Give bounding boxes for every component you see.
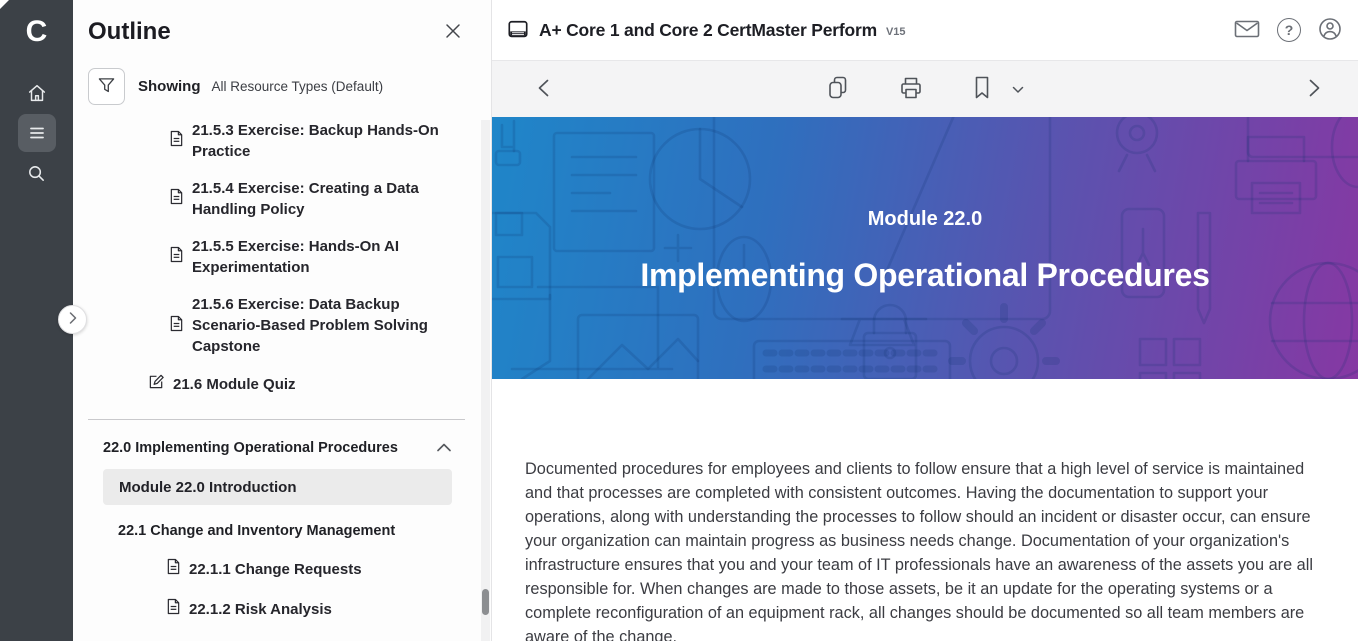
home-button[interactable] [18,74,56,112]
course-title: A+ Core 1 and Core 2 CertMaster Perform [539,20,877,41]
course-version-badge: V15 [886,26,906,38]
lesson-toolbar [492,61,1358,117]
home-icon [26,82,48,104]
outline-scrollbar-track[interactable] [481,120,490,641]
module-banner: Module 22.0 Implementing Operational Pro… [492,117,1358,379]
outline-panel: Outline Showing All Resource Types (Defa… [73,0,492,641]
outline-item-21-5-3[interactable]: 21.5.3 Exercise: Backup Hands-On Practic… [169,120,491,162]
outline-item-21-5-6[interactable]: 21.5.6 Exercise: Data Backup Scenario-Ba… [169,294,491,357]
bookmark-dropdown-button[interactable] [1012,82,1024,97]
outline-tree: 21.5.3 Exercise: Backup Hands-On Practic… [73,120,491,620]
bookmark-button[interactable] [972,75,992,104]
copy-icon [826,75,850,104]
lesson-body: Documented procedures for employees and … [492,379,1358,641]
mail-icon [1234,18,1260,43]
printer-icon [898,75,924,104]
outline-menu-button[interactable] [18,114,56,152]
menu-icon [27,123,47,143]
app-window: C Outline [0,0,1358,641]
corner-notch [0,0,9,9]
outline-divider [88,419,465,420]
main-content: A+ Core 1 and Core 2 CertMaster Perform … [492,0,1358,641]
outline-item-21-5-5[interactable]: 21.5.5 Exercise: Hands-On AI Experimenta… [169,236,491,278]
outline-item-22-1[interactable]: 22.1 Change and Inventory Management [118,522,491,540]
outline-item-module-22-intro-selected[interactable]: Module 22.0 Introduction [103,469,452,505]
filter-button[interactable] [88,68,125,105]
search-icon [26,163,47,184]
chevron-right-icon [1309,79,1320,100]
account-button[interactable] [1318,17,1342,44]
banner-module-label: Module 22.0 [868,208,982,231]
close-icon [443,29,463,44]
document-icon [166,598,182,620]
document-icon [169,246,185,268]
lesson-paragraph: Documented procedures for employees and … [525,457,1319,641]
outline-header: Outline [73,0,491,46]
comptia-logo[interactable]: C [26,10,48,54]
outline-item-22-1-2[interactable]: 22.1.2 Risk Analysis [166,598,491,620]
funnel-icon [98,77,115,97]
previous-page-button[interactable] [538,79,549,100]
document-icon [169,188,185,210]
chevron-right-icon [69,312,77,327]
toolbar-center-group [826,75,1024,104]
help-icon: ? [1277,18,1301,42]
search-button[interactable] [18,154,56,192]
header-actions: ? [1234,17,1342,44]
chevron-down-icon [1012,82,1024,97]
messages-button[interactable] [1234,18,1260,43]
print-button[interactable] [898,75,924,104]
document-icon [166,558,182,580]
course-header: A+ Core 1 and Core 2 CertMaster Perform … [492,0,1358,61]
section-22-0-header[interactable]: 22.0 Implementing Operational Procedures [103,439,451,457]
outline-title: Outline [88,18,171,46]
outline-item-21-6-quiz[interactable]: 21.6 Module Quiz [148,373,491,395]
chevron-left-icon [538,79,549,100]
document-icon [169,315,185,337]
filter-value: All Resource Types (Default) [212,79,384,94]
course-book-icon [507,19,529,41]
help-button[interactable]: ? [1277,18,1301,42]
document-icon [169,130,185,152]
showing-label: Showing [138,78,201,95]
user-profile-icon [1318,17,1342,44]
outline-item-22-1-1[interactable]: 22.1.1 Change Requests [166,558,491,580]
chevron-up-icon [437,439,451,457]
banner-title: Implementing Operational Procedures [640,257,1209,294]
outline-item-21-5-4[interactable]: 21.5.4 Exercise: Creating a Data Handlin… [169,178,491,220]
quiz-edit-icon [148,373,166,395]
bookmark-icon [972,75,992,104]
outline-scrollbar-thumb[interactable] [482,589,489,615]
filter-row: Showing All Resource Types (Default) [88,68,491,105]
next-page-button[interactable] [1309,79,1320,100]
banner-text: Module 22.0 Implementing Operational Pro… [492,117,1358,379]
close-outline-button[interactable] [441,19,465,46]
collapse-panel-button[interactable] [58,305,87,334]
copy-pages-button[interactable] [826,75,850,104]
